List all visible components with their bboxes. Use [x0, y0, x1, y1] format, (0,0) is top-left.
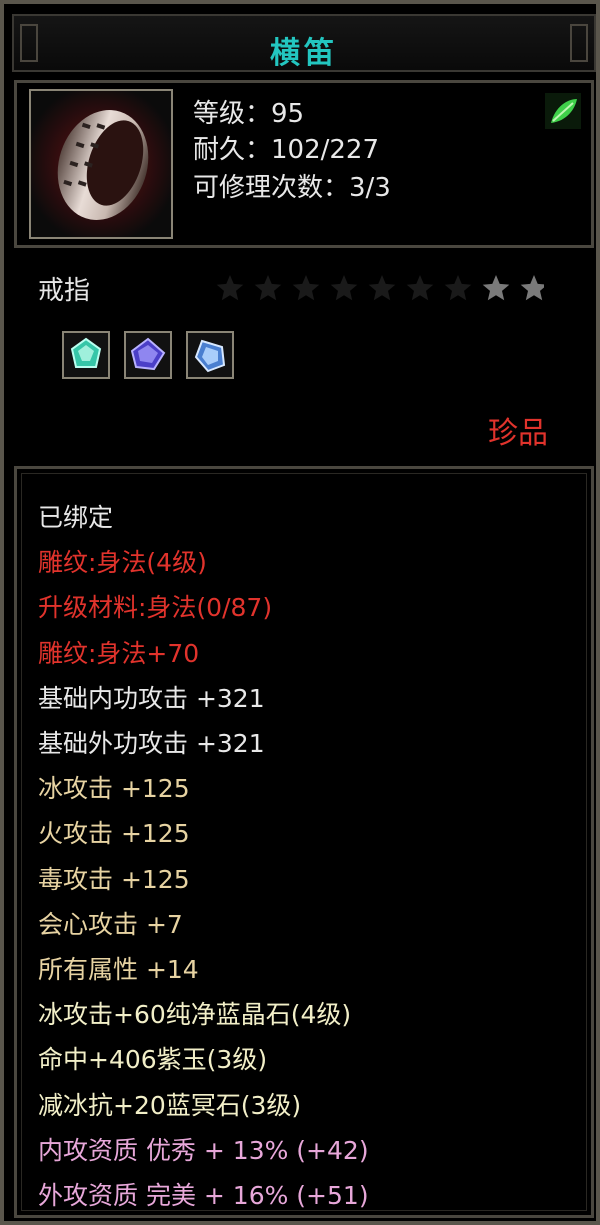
star-empty-icon [216, 275, 244, 301]
rarity-label: 珍品 [488, 416, 548, 451]
attribute-line: 已绑定 [38, 503, 114, 532]
star-rating [216, 275, 544, 301]
star-filled-icon [482, 275, 510, 301]
attribute-line: 升级材料:身法(0/87) [38, 593, 273, 623]
star-empty-icon [368, 275, 396, 301]
attribute-line: 火攻击 +125 [38, 819, 190, 849]
ring-icon[interactable] [29, 89, 173, 239]
attribute-line: 基础内功攻击 +321 [38, 683, 265, 713]
blue-gem-icon[interactable] [186, 331, 234, 379]
leaf-icon [545, 93, 581, 129]
attribute-line: 雕纹:身法(4级) [38, 548, 207, 578]
attribute-line: 外攻资质 完美 + 16% (+51) [38, 1181, 369, 1210]
attribute-line: 命中+406紫玉(3级) [38, 1045, 268, 1075]
repair-count-stat: 可修理次数：3/3 [193, 173, 391, 203]
level-stat: 等级：95 [193, 99, 305, 129]
tooltip-frame: 横笛 等级：95 耐久：102/227 可修理次数：3/3 戒指 珍品 已绑定 … [0, 0, 600, 1225]
star-filled-icon [520, 275, 544, 301]
attribute-line: 减冰抗+20蓝冥石(3级) [38, 1090, 302, 1120]
attribute-line: 内攻资质 优秀 + 13% (+42) [38, 1135, 369, 1165]
durability-stat: 耐久：102/227 [193, 135, 380, 165]
title-bar: 横笛 [12, 14, 596, 72]
attribute-line: 冰攻击 +125 [38, 774, 190, 804]
star-empty-icon [292, 275, 320, 301]
star-empty-icon [444, 275, 472, 301]
purple-gem-icon[interactable] [124, 331, 172, 379]
attribute-line: 所有属性 +14 [38, 955, 199, 984]
attribute-line: 雕纹:身法+70 [38, 638, 200, 668]
attribute-line: 冰攻击+60纯净蓝晶石(4级) [38, 1000, 352, 1030]
star-empty-icon [406, 275, 434, 301]
green-gem-icon[interactable] [62, 331, 110, 379]
item-name: 横笛 [270, 36, 338, 71]
item-type-label: 戒指 [38, 276, 91, 306]
item-header: 等级：95 耐久：102/227 可修理次数：3/3 [14, 80, 594, 248]
attribute-line: 毒攻击 +125 [38, 864, 190, 894]
star-empty-icon [330, 275, 358, 301]
attribute-line: 基础外功攻击 +321 [38, 729, 265, 758]
attribute-line: 会心攻击 +7 [38, 909, 183, 939]
star-empty-icon [254, 275, 282, 301]
